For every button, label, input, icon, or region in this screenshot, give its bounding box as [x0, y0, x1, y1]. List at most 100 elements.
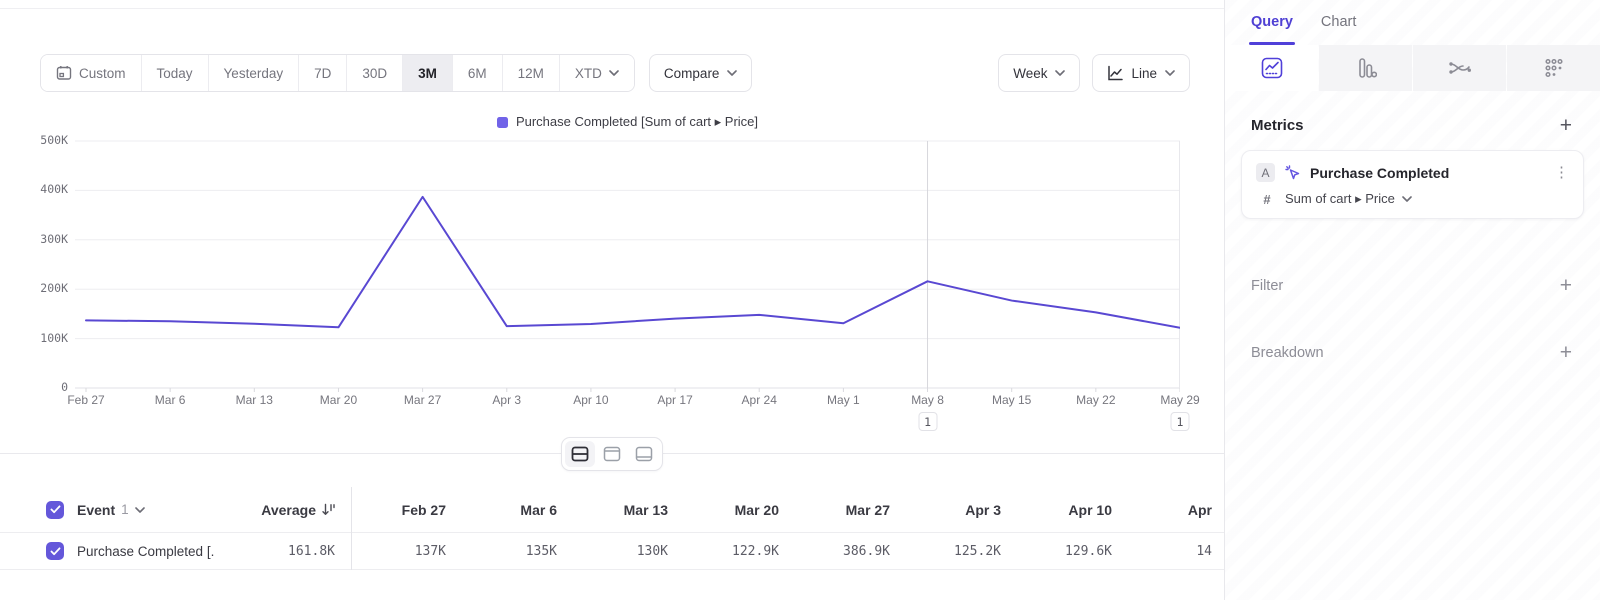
chevron-down-icon [1402, 196, 1412, 202]
range-label: 7D [314, 66, 331, 81]
column-header: Apr 3 [890, 502, 1001, 518]
layout-split-button[interactable] [565, 441, 595, 467]
range-label: Yesterday [224, 66, 284, 81]
y-axis-label: 400K [14, 182, 68, 196]
table-header-row: Event 1 Average Feb 27 M [0, 487, 1224, 533]
x-axis-label: Feb 27 [67, 393, 104, 407]
bottom-pane-icon [635, 446, 653, 462]
panel-tabs: Query Chart [1225, 0, 1600, 45]
range-custom-button[interactable]: Custom [41, 55, 141, 91]
check-icon [50, 505, 61, 514]
column-header: Mar 27 [779, 502, 890, 518]
chart-style-label: Line [1131, 66, 1157, 81]
retention-icon [1543, 57, 1565, 79]
column-header: Mar 13 [557, 502, 668, 518]
range-today-button[interactable]: Today [141, 55, 208, 91]
add-metric-button[interactable]: + [1560, 115, 1572, 136]
range-label: Custom [79, 66, 126, 81]
x-axis-label: Apr 10 [573, 393, 608, 407]
compare-button[interactable]: Compare [649, 54, 753, 92]
y-axis-label: 100K [14, 331, 68, 345]
add-breakdown-button[interactable]: + [1560, 342, 1572, 363]
chevron-down-icon [135, 507, 145, 513]
select-all-checkbox[interactable] [46, 501, 64, 519]
x-axis-label: Mar 20 [320, 393, 357, 407]
average-column-header[interactable]: Average [215, 502, 335, 518]
breakdown-title: Breakdown [1251, 345, 1324, 361]
chart-type-flows-button[interactable] [1413, 45, 1506, 91]
range-label: 6M [468, 66, 487, 81]
funnels-icon [1355, 57, 1377, 79]
range-6m-button[interactable]: 6M [452, 55, 502, 91]
x-axis-label: May 15 [992, 393, 1031, 407]
column-header: Apr [1112, 502, 1212, 518]
range-label: Today [157, 66, 193, 81]
series-line[interactable] [86, 197, 1180, 328]
breakdown-section-header: Breakdown + [1225, 342, 1600, 363]
chart-type-insights-button[interactable] [1225, 45, 1318, 91]
chart-type-retention-button[interactable] [1507, 45, 1600, 91]
cell-value: 125.2K [890, 544, 1001, 559]
range-yesterday-button[interactable]: Yesterday [208, 55, 299, 91]
cell-value: 137K [351, 544, 446, 559]
column-header: Mar 6 [446, 502, 557, 518]
metric-letter-badge: A [1256, 163, 1275, 182]
metric-menu-button[interactable]: ⋮ [1554, 165, 1569, 180]
annotation-badge[interactable]: 1 [918, 412, 937, 431]
flows-icon [1448, 57, 1472, 79]
range-xtd-button[interactable]: XTD [559, 55, 634, 91]
results-table: Event 1 Average Feb 27 M [0, 487, 1224, 570]
legend-swatch [497, 117, 508, 128]
cell-value: 386.9K [779, 544, 890, 559]
date-columns-header: Feb 27 Mar 6 Mar 13 Mar 20 Mar 27 Apr 3 … [351, 502, 1212, 518]
x-axis-label: Apr 3 [492, 393, 521, 407]
y-axis-label: 0 [14, 380, 68, 394]
check-icon [50, 547, 61, 556]
layout-table-only-button[interactable] [629, 441, 659, 467]
aggregation-selector[interactable]: Sum of cart ▸ Price [1285, 191, 1412, 207]
chart-style-button[interactable]: Line [1092, 54, 1190, 92]
filter-section-header: Filter + [1225, 275, 1600, 296]
y-axis-label: 300K [14, 232, 68, 246]
x-axis-label: May 8 [911, 393, 944, 407]
compare-label: Compare [664, 66, 720, 81]
line-chart-icon [1107, 65, 1123, 81]
chevron-down-icon [1055, 70, 1065, 76]
number-property-icon: # [1259, 192, 1275, 207]
granularity-label: Week [1013, 66, 1047, 81]
x-axis-label: Apr 17 [657, 393, 692, 407]
top-divider [0, 8, 1224, 9]
range-30d-button[interactable]: 30D [346, 55, 402, 91]
range-7d-button[interactable]: 7D [298, 55, 346, 91]
granularity-button[interactable]: Week [998, 54, 1080, 92]
metric-card[interactable]: A Purchase Completed ⋮ # Sum of cart ▸ P… [1241, 150, 1584, 219]
event-count: 1 [121, 502, 129, 517]
filter-title: Filter [1251, 278, 1283, 294]
chart-legend[interactable]: Purchase Completed [Sum of cart ▸ Price] [75, 114, 1180, 130]
chart-type-funnels-button[interactable] [1319, 45, 1412, 91]
layout-toggle [561, 437, 663, 471]
row-checkbox[interactable] [46, 542, 64, 560]
row-values: 137K 135K 130K 122.9K 386.9K 125.2K 129.… [351, 544, 1212, 559]
tab-query[interactable]: Query [1251, 14, 1293, 45]
plot-area[interactable] [75, 138, 1180, 392]
range-label: 12M [518, 66, 544, 81]
tab-chart[interactable]: Chart [1321, 14, 1356, 45]
table-row: Purchase Completed [... 161.8K 137K 135K… [0, 533, 1224, 570]
column-header: Feb 27 [351, 502, 446, 518]
app-root: Custom Today Yesterday 7D 30D 3M 6M 12M … [0, 0, 1600, 600]
cell-value: 14 [1112, 544, 1212, 559]
range-3m-button[interactable]: 3M [402, 55, 452, 91]
event-column-header[interactable]: Event 1 [77, 502, 145, 518]
add-filter-button[interactable]: + [1560, 275, 1572, 296]
layout-chart-only-button[interactable] [597, 441, 627, 467]
annotation-badge[interactable]: 1 [1171, 412, 1190, 431]
range-12m-button[interactable]: 12M [502, 55, 559, 91]
x-axis-label: May 29 [1160, 393, 1199, 407]
x-axis-label: Mar 6 [155, 393, 186, 407]
range-label: XTD [575, 66, 602, 81]
x-axis-label: May 1 [827, 393, 860, 407]
event-cursor-icon [1284, 164, 1301, 181]
query-panel: Query Chart [1224, 0, 1600, 600]
chart-type-switcher [1225, 45, 1600, 91]
